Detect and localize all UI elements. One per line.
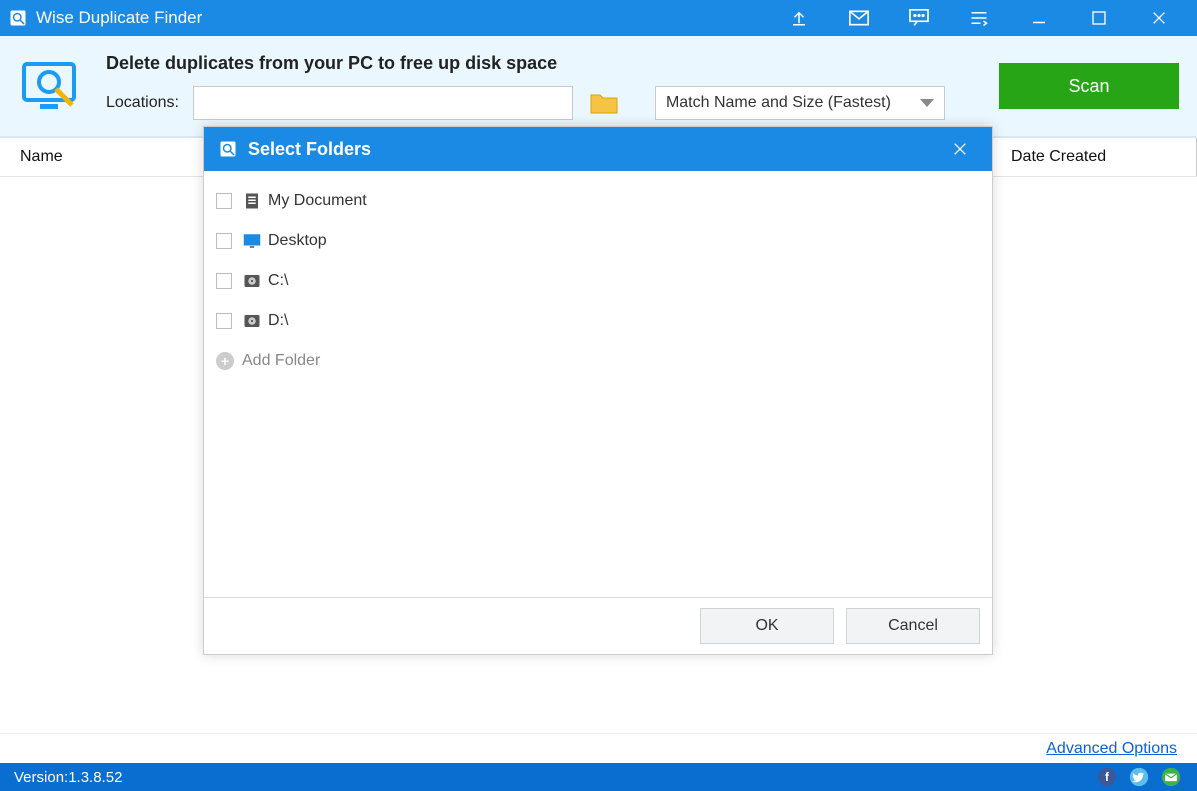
checkbox[interactable] — [216, 193, 232, 209]
menu-icon[interactable] — [949, 0, 1009, 36]
dialog-footer: OK Cancel — [204, 598, 992, 654]
upgrade-icon[interactable] — [769, 0, 829, 36]
dialog-close-button[interactable] — [942, 127, 978, 171]
version-text: Version:1.3.8.52 — [14, 769, 122, 786]
ok-button[interactable]: OK — [700, 608, 834, 644]
folder-label: D:\ — [268, 312, 288, 330]
scan-label: Scan — [1068, 76, 1109, 97]
add-folder-button[interactable]: + Add Folder — [212, 341, 984, 381]
checkbox[interactable] — [216, 313, 232, 329]
header-area: Delete duplicates from your PC to free u… — [0, 36, 1197, 137]
cancel-button[interactable]: Cancel — [846, 608, 980, 644]
plus-icon: + — [216, 352, 234, 370]
column-date-created[interactable]: Date Created — [990, 138, 1197, 176]
advanced-options-link[interactable]: Advanced Options — [1046, 740, 1177, 758]
folder-label: My Document — [268, 192, 367, 210]
statusbar: Version:1.3.8.52 f — [0, 763, 1197, 791]
close-button[interactable] — [1129, 0, 1189, 36]
titlebar: Wise Duplicate Finder — [0, 0, 1197, 36]
chevron-down-icon — [920, 99, 934, 107]
feedback-icon[interactable] — [889, 0, 949, 36]
locations-label: Locations: — [106, 94, 179, 112]
app-icon — [8, 8, 28, 28]
facebook-icon[interactable]: f — [1095, 765, 1119, 789]
match-mode-select[interactable]: Match Name and Size (Fastest) — [655, 86, 945, 120]
checkbox[interactable] — [216, 273, 232, 289]
folder-row[interactable]: My Document — [212, 181, 984, 221]
minimize-button[interactable] — [1009, 0, 1069, 36]
drive-icon — [242, 271, 262, 291]
desktop-icon — [242, 231, 262, 251]
footer-link-row: Advanced Options — [0, 733, 1197, 763]
folder-row[interactable]: Desktop — [212, 221, 984, 261]
maximize-button[interactable] — [1069, 0, 1129, 36]
app-logo — [18, 51, 88, 121]
scan-button[interactable]: Scan — [999, 63, 1179, 109]
dialog-icon — [218, 139, 238, 159]
checkbox[interactable] — [216, 233, 232, 249]
folder-label: C:\ — [268, 272, 288, 290]
select-folders-dialog: Select Folders My Document Desktop C — [203, 126, 993, 655]
drive-icon — [242, 311, 262, 331]
folder-row[interactable]: C:\ — [212, 261, 984, 301]
mail-icon[interactable] — [829, 0, 889, 36]
match-mode-value: Match Name and Size (Fastest) — [666, 94, 891, 112]
folder-row[interactable]: D:\ — [212, 301, 984, 341]
dialog-titlebar: Select Folders — [204, 127, 992, 171]
locations-input[interactable] — [193, 86, 573, 120]
svg-text:f: f — [1105, 771, 1109, 784]
document-icon — [242, 191, 262, 211]
dialog-title: Select Folders — [248, 139, 371, 160]
add-folder-label: Add Folder — [242, 352, 320, 370]
app-title: Wise Duplicate Finder — [36, 8, 202, 28]
dialog-body: My Document Desktop C:\ D:\ + Add Fo — [204, 171, 992, 598]
browse-folder-button[interactable] — [587, 86, 621, 120]
folder-label: Desktop — [268, 232, 327, 250]
headline: Delete duplicates from your PC to free u… — [106, 53, 981, 74]
twitter-icon[interactable] — [1127, 765, 1151, 789]
email-icon[interactable] — [1159, 765, 1183, 789]
